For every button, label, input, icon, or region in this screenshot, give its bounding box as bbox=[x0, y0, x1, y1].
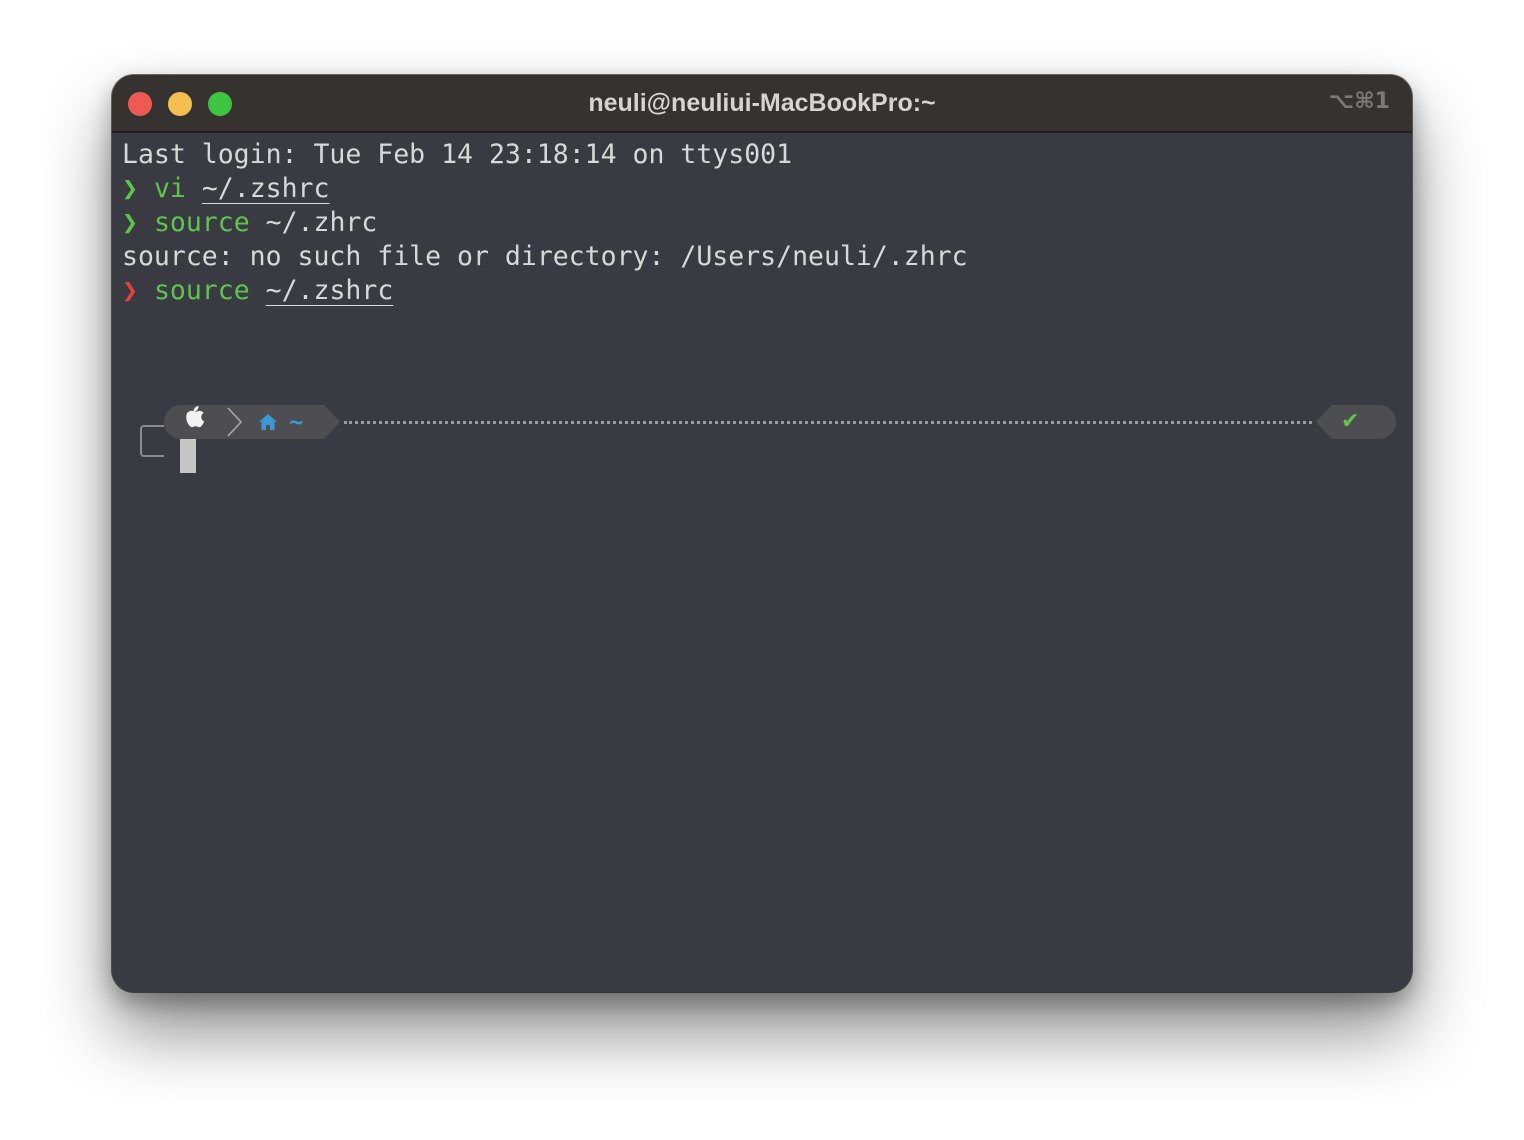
command-argument-path: ~/.zshrc bbox=[201, 173, 330, 204]
command-argument: ~/.zhrc bbox=[265, 207, 378, 238]
command-line: ❯ vi ~/.zshrc bbox=[122, 172, 1402, 206]
prompt-left-segment: ~ bbox=[164, 405, 340, 439]
prompt-right-segment: ✔ bbox=[1316, 405, 1396, 439]
command-name: source bbox=[153, 275, 250, 306]
prompt-frame-bracket bbox=[140, 425, 164, 457]
command-name: source bbox=[153, 207, 250, 238]
terminal-window: neuli@neuliui-MacBookPro:~ ⌥⌘1 Last logi… bbox=[112, 75, 1412, 992]
window-title: neuli@neuliui-MacBookPro:~ bbox=[588, 89, 936, 117]
last-login-line: Last login: Tue Feb 14 23:18:14 on ttys0… bbox=[122, 139, 793, 170]
powerlevel-prompt: ~ ✔ bbox=[122, 403, 1402, 483]
prompt-error-symbol: ❯ bbox=[122, 275, 138, 306]
window-shortcut-label: ⌥⌘1 bbox=[1328, 89, 1390, 114]
prompt-filler-dots bbox=[344, 421, 1312, 424]
text-cursor[interactable] bbox=[180, 439, 196, 473]
prompt-success-symbol: ❯ bbox=[122, 173, 138, 204]
command-line: ❯ source ~/.zhrc bbox=[122, 206, 1402, 240]
status-check-icon: ✔ bbox=[1341, 409, 1360, 434]
error-output-line: source: no such file or directory: /User… bbox=[122, 241, 968, 272]
title-bar[interactable]: neuli@neuliui-MacBookPro:~ ⌥⌘1 bbox=[112, 75, 1412, 133]
current-directory: ~ bbox=[289, 408, 304, 436]
terminal-content[interactable]: Last login: Tue Feb 14 23:18:14 on ttys0… bbox=[122, 138, 1402, 473]
command-name: vi bbox=[153, 173, 186, 204]
command-argument-path: ~/.zshrc bbox=[265, 275, 394, 306]
command-line: ❯ source ~/.zshrc bbox=[122, 274, 1402, 308]
prompt-success-symbol: ❯ bbox=[122, 207, 138, 238]
